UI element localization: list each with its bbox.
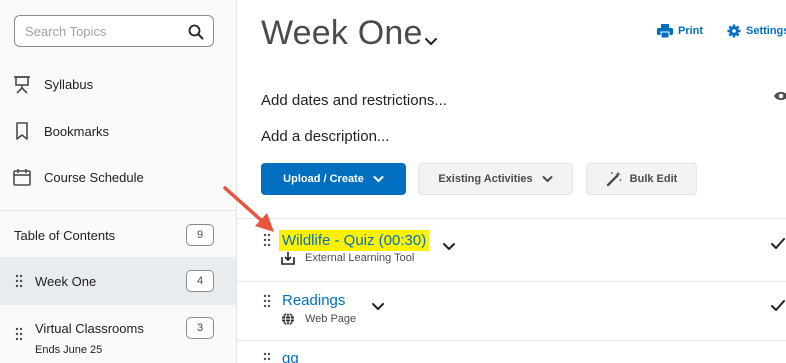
upload-create-label: Upload / Create [283,173,364,185]
sidebar-item-bookmarks[interactable]: Bookmarks [0,111,236,151]
sidebar-item-course-schedule[interactable]: Course Schedule [0,157,236,197]
presentation-icon [14,76,30,94]
add-dates-link[interactable]: Add dates and restrictions... [261,92,447,109]
sidebar-item-syllabus[interactable]: Syllabus [0,64,236,104]
sidebar: Syllabus Bookmarks Course Schedule Table… [0,0,237,363]
globe-icon [282,312,294,326]
module-label: Week One [35,273,97,289]
topic-type-label: Web Page [305,313,357,325]
chevron-down-icon [542,176,553,182]
module-label: Virtual Classrooms [35,321,144,336]
bookmark-icon [16,122,28,140]
search-icon[interactable] [187,23,205,41]
sidebar-item-label: Syllabus [44,76,94,92]
chevron-down-icon[interactable] [371,300,385,314]
drag-handle-icon[interactable] [263,352,271,363]
topic-title-link[interactable]: Readings [282,292,345,309]
drag-handle-icon[interactable] [15,274,23,288]
search-box[interactable] [14,15,214,47]
row-divider [237,281,786,282]
topic-title-link[interactable]: gg [282,350,299,363]
print-button[interactable]: Print [657,24,703,38]
external-tool-icon [281,252,295,265]
drag-handle-icon[interactable] [15,327,23,341]
table-of-contents-link[interactable]: Table of Contents 9 [0,213,236,257]
module-end-date: Ends June 25 [35,344,103,356]
chevron-down-icon[interactable] [424,34,438,48]
magic-wand-icon [606,171,622,187]
page-title: Week One [261,14,423,52]
chevron-down-icon [373,176,384,182]
row-divider [237,340,786,341]
calendar-icon [13,169,31,186]
module-virtual-classrooms[interactable]: Virtual Classrooms Ends June 25 3 [0,305,236,363]
module-count-badge: 4 [186,270,214,292]
bulk-edit-button[interactable]: Bulk Edit [586,163,697,195]
module-count-badge: 3 [186,317,214,339]
sidebar-divider [0,210,236,211]
topic-type-label: External Learning Tool [305,252,415,264]
main-content: Week One Print Settings Add dates and re… [237,0,786,363]
add-description-link[interactable]: Add a description... [261,128,389,145]
drag-handle-icon[interactable] [263,233,271,247]
toc-label: Table of Contents [14,227,116,243]
sidebar-item-label: Course Schedule [44,169,144,185]
printer-icon [657,24,673,38]
bulk-edit-label: Bulk Edit [629,173,678,185]
settings-label: Settings [746,25,786,37]
chevron-down-icon[interactable] [442,240,456,254]
checkmark-icon [771,238,785,249]
settings-button[interactable]: Settings [727,24,786,38]
module-week-one[interactable]: Week One 4 [0,257,236,305]
checkmark-icon [771,300,785,311]
search-input[interactable] [25,22,185,40]
toc-count-badge: 9 [186,224,214,246]
gear-icon [727,24,741,38]
existing-activities-label: Existing Activities [438,173,533,185]
row-divider [237,218,786,219]
drag-handle-icon[interactable] [263,294,271,308]
topic-title-link[interactable]: Wildlife - Quiz (00:30) [279,230,430,251]
eye-icon[interactable] [773,89,786,103]
print-label: Print [678,25,704,37]
existing-activities-button[interactable]: Existing Activities [418,163,573,195]
upload-create-button[interactable]: Upload / Create [261,163,406,195]
sidebar-item-label: Bookmarks [44,123,110,139]
